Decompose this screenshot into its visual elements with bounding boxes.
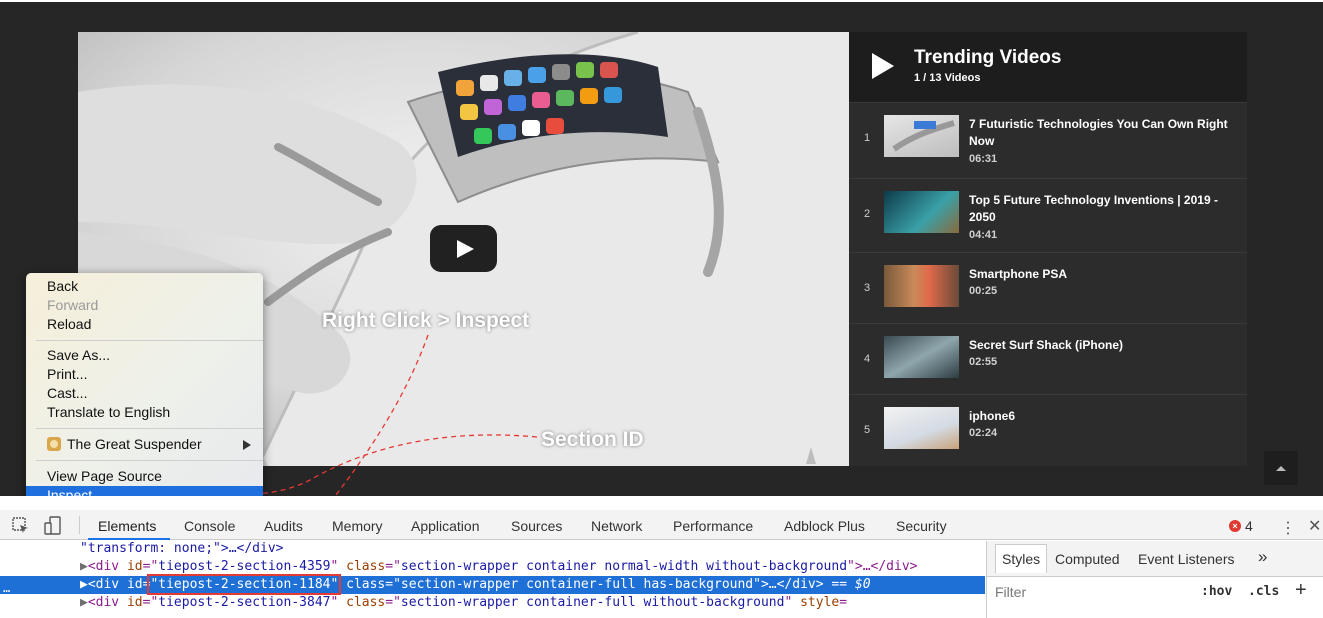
menu-reload[interactable]: Reload <box>26 315 263 334</box>
menu-save-as[interactable]: Save As... <box>26 346 263 365</box>
dom-node-line-selected[interactable]: … ▶<div id="tiepost-2-section-1184" class… <box>0 574 985 595</box>
tab-network[interactable]: Network <box>591 518 642 534</box>
playlist-count: 1 / 13 Videos <box>914 72 981 84</box>
elements-tree: "transform: none;">…</div> ▶<div id="tie… <box>0 541 985 618</box>
tab-application[interactable]: Application <box>411 518 480 534</box>
play-icon[interactable] <box>872 53 894 79</box>
menu-back[interactable]: Back <box>26 277 263 296</box>
tab-security[interactable]: Security <box>896 518 947 534</box>
dom-node-line[interactable]: ▶<div id="tiepost-2-section-4359" class=… <box>0 558 985 576</box>
tab-elements[interactable]: Elements <box>98 518 156 534</box>
menu-great-suspender-label: The Great Suspender <box>67 436 202 452</box>
video-duration: 02:55 <box>969 356 998 368</box>
menu-separator <box>36 428 263 430</box>
expand-triangle-icon[interactable]: ▶ <box>80 559 88 574</box>
video-title: Top 5 Future Technology Inventions | 201… <box>969 193 1218 224</box>
section-id-value: tiepost-2-section-1184 <box>158 577 331 592</box>
tab-performance[interactable]: Performance <box>673 518 753 534</box>
error-count[interactable]: 4 <box>1245 518 1253 534</box>
tab-computed[interactable]: Computed <box>1055 551 1120 567</box>
more-options-icon[interactable]: ⋮ <box>1280 518 1296 538</box>
more-tabs-icon[interactable]: » <box>1258 547 1267 567</box>
video-thumbnail <box>884 191 959 233</box>
menu-separator <box>36 460 263 462</box>
item-number: 5 <box>864 424 871 436</box>
expand-triangle-icon[interactable]: ▶ <box>80 595 88 610</box>
playlist-item[interactable]: 3 Smartphone PSA 00:25 <box>849 252 1247 323</box>
section-id-highlight: "tiepost-2-section-1184" <box>147 574 342 595</box>
menu-view-page-source[interactable]: View Page Source <box>26 467 263 486</box>
playlist-title: Trending Videos <box>914 47 1062 68</box>
close-devtools-icon[interactable]: ✕ <box>1308 516 1321 536</box>
playlist-header: Trending Videos 1 / 13 Videos <box>849 32 1247 102</box>
tab-audits[interactable]: Audits <box>264 518 303 534</box>
context-menu: Back Forward Reload Save As... Print... … <box>26 273 263 506</box>
item-number: 3 <box>864 282 871 294</box>
tab-event-listeners[interactable]: Event Listeners <box>1138 551 1235 567</box>
dom-text: "transform: none;">…</div> <box>80 541 284 556</box>
tab-memory[interactable]: Memory <box>332 518 383 534</box>
video-thumbnail <box>884 336 959 378</box>
video-title: 7 Futuristic Technologies You Can Own Ri… <box>969 117 1228 148</box>
video-title: Smartphone PSA <box>969 267 1068 281</box>
dom-node-line[interactable]: "transform: none;">…</div> <box>0 540 985 558</box>
new-style-rule-icon[interactable]: + <box>1295 579 1307 602</box>
hover-state-toggle[interactable]: :hov <box>1201 584 1232 599</box>
class-toggle[interactable]: .cls <box>1248 584 1279 599</box>
item-number: 1 <box>864 132 871 144</box>
class-value: section-wrapper container-full has-backg… <box>400 577 754 592</box>
tab-console[interactable]: Console <box>184 518 235 534</box>
video-duration: 02:24 <box>969 427 998 439</box>
playlist-item[interactable]: 5 iphone6 02:24 <box>849 394 1247 465</box>
playlist-item[interactable]: 1 7 Futuristic Technologies You Can Own … <box>849 102 1247 173</box>
device-toolbar-icon[interactable] <box>44 516 64 536</box>
dom-node-line[interactable]: ▶<div id="tiepost-2-section-3847" class=… <box>0 594 985 612</box>
video-title: Secret Surf Shack (iPhone) <box>969 338 1124 352</box>
expand-triangle-icon[interactable]: ▶ <box>80 577 88 592</box>
video-duration: 00:25 <box>969 285 998 297</box>
menu-separator <box>36 340 263 342</box>
playlist-item[interactable]: 2 Top 5 Future Technology Inventions | 2… <box>849 178 1247 249</box>
tab-sources[interactable]: Sources <box>511 518 562 534</box>
trending-videos-playlist: Trending Videos 1 / 13 Videos 1 7 Futuri… <box>849 32 1247 466</box>
menu-great-suspender[interactable]: The Great Suspender <box>26 435 263 454</box>
video-thumbnail <box>884 265 959 307</box>
styles-tabbar: Styles Computed Event Listeners » <box>987 541 1323 577</box>
inspect-element-icon[interactable] <box>12 517 30 535</box>
tab-styles[interactable]: Styles <box>995 544 1048 573</box>
menu-forward: Forward <box>47 297 99 313</box>
video-thumbnail <box>884 115 959 157</box>
submenu-arrow-icon <box>243 440 251 450</box>
item-number: 2 <box>864 208 871 220</box>
video-duration: 06:31 <box>969 153 998 165</box>
toolbar-divider <box>79 516 80 534</box>
section-id-value: tiepost-2-section-4359 <box>158 559 331 574</box>
class-value: section-wrapper container normal-width w… <box>400 559 848 574</box>
styles-filter-input[interactable]: Filter <box>995 584 1026 600</box>
error-icon[interactable]: × <box>1229 520 1241 532</box>
devtools-tabbar: Elements Console Audits Memory Applicati… <box>0 510 1323 540</box>
tab-adblock-plus[interactable]: Adblock Plus <box>784 518 865 534</box>
section-id-value: tiepost-2-section-3847 <box>158 595 331 610</box>
class-value: section-wrapper container-full without-b… <box>400 595 785 610</box>
console-ref: $0 <box>854 577 871 592</box>
styles-sidebar: Styles Computed Event Listeners » Filter… <box>986 541 1323 618</box>
great-suspender-icon <box>47 437 61 451</box>
menu-translate[interactable]: Translate to English <box>26 403 263 422</box>
video-duration: 04:41 <box>969 229 998 241</box>
video-title: iphone6 <box>969 409 1016 423</box>
playlist-item[interactable]: 4 Secret Surf Shack (iPhone) 02:55 <box>849 323 1247 394</box>
devtools-panel: Elements Console Audits Memory Applicati… <box>0 496 1323 618</box>
video-thumbnail <box>884 407 959 449</box>
menu-print[interactable]: Print... <box>26 365 263 384</box>
scroll-to-top-button[interactable] <box>1264 451 1298 485</box>
item-number: 4 <box>864 353 871 365</box>
menu-cast[interactable]: Cast... <box>26 384 263 403</box>
